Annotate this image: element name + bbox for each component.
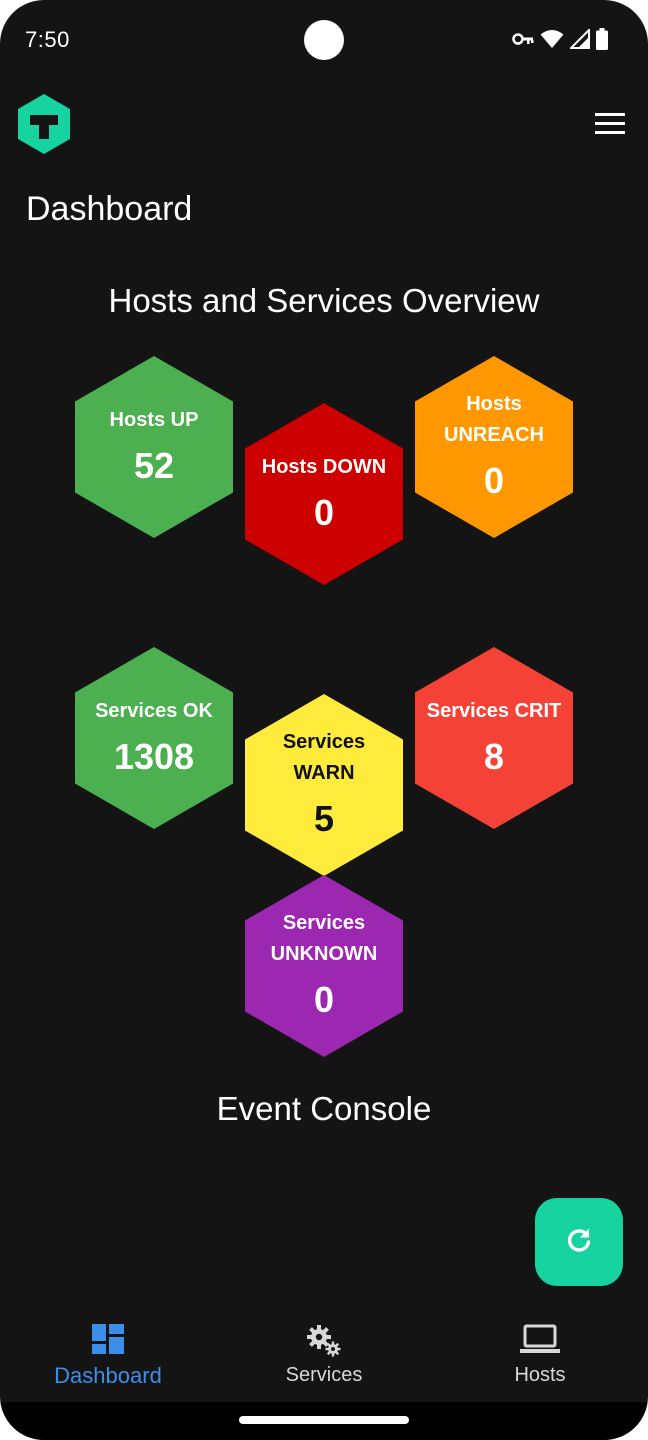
nav-item-dashboard[interactable]: Dashboard: [8, 1300, 208, 1400]
hex-label: Services WARN: [282, 731, 366, 784]
hex-value: 52: [133, 444, 175, 486]
dashboard-icon: [92, 1324, 124, 1359]
overview-title: Hosts and Services Overview: [108, 282, 540, 319]
hex-value: 1308: [113, 735, 195, 777]
services-crit-hexagon[interactable]: Services CRIT 8: [415, 647, 573, 829]
hosts-up-hexagon[interactable]: Hosts UP 52: [75, 356, 233, 538]
battery-icon: [596, 28, 608, 50]
hex-label: Hosts UP: [109, 408, 199, 431]
hex-label: Services OK: [95, 699, 213, 722]
bottom-navigation: Dashboard Services Hosts: [0, 1300, 648, 1400]
nav-label: Hosts: [514, 1364, 566, 1386]
phone-screen: 7:50 Dashboard Hosts and Services Overvi…: [0, 0, 648, 1440]
hex-value: 0: [313, 491, 335, 533]
hex-value: 0: [483, 460, 505, 501]
hex-value: 5: [313, 798, 335, 839]
gears-icon: [306, 1324, 342, 1363]
nav-label: Services: [285, 1364, 363, 1386]
hex-value: 8: [483, 735, 505, 777]
services-unknown-hexagon[interactable]: Services UNKNOWN 0: [245, 875, 403, 1057]
hamburger-menu-icon[interactable]: [588, 104, 632, 144]
nav-item-hosts[interactable]: Hosts: [440, 1300, 640, 1400]
hosts-unreach-hexagon[interactable]: Hosts UNREACH 0: [415, 356, 573, 538]
vpn-key-icon: [512, 32, 534, 46]
hex-label: Hosts DOWN: [261, 455, 387, 478]
nav-item-services[interactable]: Services: [224, 1300, 424, 1400]
hex-label: Hosts UNREACH: [444, 393, 544, 446]
nav-label: Dashboard: [54, 1363, 162, 1388]
wifi-icon: [540, 29, 564, 49]
laptop-icon: [520, 1324, 560, 1359]
hex-value: 0: [313, 979, 335, 1020]
signal-icon: [570, 29, 590, 49]
page-title: Dashboard: [26, 190, 193, 228]
services-warn-hexagon[interactable]: Services WARN 5: [245, 694, 403, 876]
status-time: 7:50: [25, 27, 70, 52]
app-logo-icon[interactable]: [14, 94, 74, 154]
services-ok-hexagon[interactable]: Services OK 1308: [75, 647, 233, 829]
refresh-button[interactable]: [535, 1198, 623, 1286]
hex-label: Services CRIT: [426, 699, 562, 722]
hosts-down-hexagon[interactable]: Hosts DOWN 0: [245, 403, 403, 585]
home-gesture-handle[interactable]: [239, 1416, 409, 1424]
refresh-icon: [564, 1225, 594, 1260]
camera-cutout: [304, 20, 344, 60]
status-icons: [512, 28, 608, 50]
hex-label: Services UNKNOWN: [270, 912, 378, 965]
event-console-title: Event Console: [216, 1090, 432, 1127]
